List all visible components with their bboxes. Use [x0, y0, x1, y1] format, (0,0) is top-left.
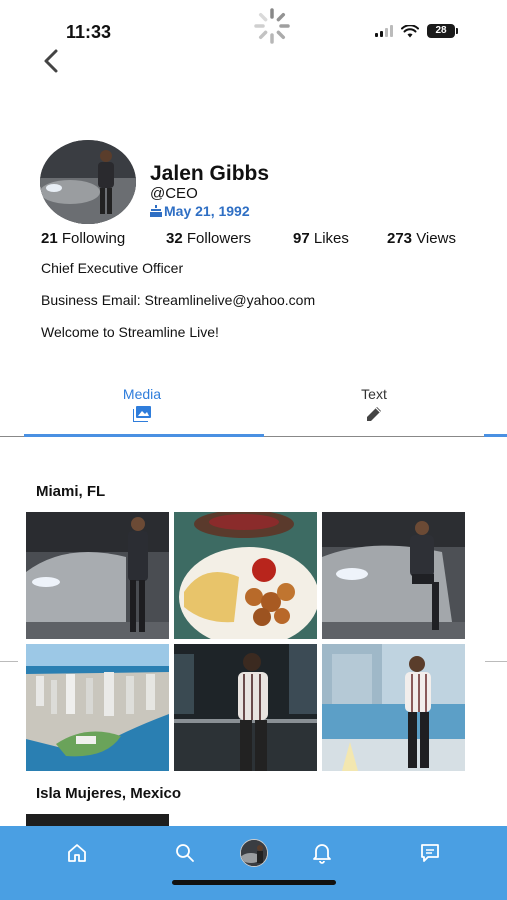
divider-left: [0, 661, 18, 662]
signal-icon: [375, 25, 393, 37]
nav-profile[interactable]: [237, 836, 271, 870]
nav-notifications[interactable]: [305, 836, 339, 870]
bio-welcome: Welcome to Streamline Live!: [41, 324, 219, 340]
section-title-isla-mujeres: Isla Mujeres, Mexico: [36, 785, 182, 802]
tab-media-label: Media: [122, 386, 162, 402]
bio-title: Chief Executive Officer: [41, 260, 184, 276]
wifi-icon: [401, 24, 419, 37]
search-icon: [176, 844, 194, 862]
stat-views[interactable]: 273 Views: [387, 230, 456, 247]
profile-birthday: May 21, 1992: [150, 203, 250, 219]
message-icon: [421, 844, 439, 862]
profile-avatar: [240, 839, 268, 867]
tab-text-label: Text: [361, 386, 387, 402]
loading-spinner-icon: [254, 8, 290, 44]
profile-stats: 21 Following 32 Followers 97 Likes 273 V…: [41, 230, 481, 247]
profile-handle: @CEO: [150, 185, 198, 202]
pencil-icon: [367, 407, 381, 421]
media-photo[interactable]: [26, 512, 169, 639]
tab-indicator-edge: [484, 434, 507, 437]
battery-indicator: 28: [427, 24, 458, 38]
image-icon: [133, 406, 151, 422]
media-photo[interactable]: [26, 644, 169, 771]
media-photo[interactable]: [322, 512, 465, 639]
profile-name: Jalen Gibbs: [150, 162, 270, 185]
media-photo[interactable]: [322, 644, 465, 771]
media-photo[interactable]: [174, 644, 317, 771]
media-photo[interactable]: [26, 814, 169, 826]
tab-text[interactable]: Text: [336, 386, 412, 422]
bell-icon: [313, 844, 331, 864]
profile-avatar[interactable]: [40, 140, 136, 224]
tab-media[interactable]: Media: [104, 386, 180, 422]
stat-followers[interactable]: 32 Followers: [166, 230, 293, 247]
media-photo[interactable]: [174, 512, 317, 639]
stat-likes[interactable]: 97 Likes: [293, 230, 387, 247]
section-title-miami: Miami, FL: [36, 483, 106, 500]
divider-right: [485, 661, 507, 662]
nav-search[interactable]: [168, 836, 202, 870]
bottom-nav: [0, 826, 507, 900]
stat-following[interactable]: 21 Following: [41, 230, 166, 247]
birthday-text: May 21, 1992: [164, 203, 250, 219]
status-icons: 28: [375, 24, 458, 38]
back-chevron-icon[interactable]: [38, 46, 68, 76]
tab-active-indicator: [24, 434, 264, 437]
content-tabs: Media Text: [0, 386, 507, 438]
nav-messages[interactable]: [413, 836, 447, 870]
bio-email: Business Email: Streamlinelive@yahoo.com: [41, 292, 316, 308]
nav-home[interactable]: [60, 836, 94, 870]
cake-icon: [150, 205, 162, 217]
media-grid: [26, 512, 466, 771]
status-bar: 11:33 28: [0, 0, 507, 60]
home-icon: [68, 844, 86, 862]
home-indicator: [172, 880, 336, 885]
status-time: 11:33: [66, 22, 112, 42]
